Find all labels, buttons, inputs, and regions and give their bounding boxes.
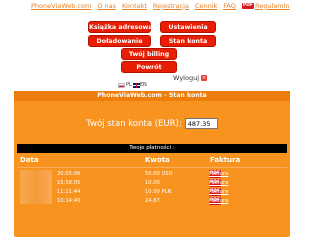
column-header-amount: Kwota <box>145 156 170 164</box>
payment-time: 11:11:44 <box>57 189 81 195</box>
uk-flag-icon[interactable] <box>132 82 140 88</box>
billing-button[interactable]: Twój billing <box>121 48 177 60</box>
payment-amount: 10.00 <box>145 180 160 186</box>
balance-button[interactable]: Stan konta <box>160 35 216 47</box>
payment-amount: 10.00 PLN <box>145 189 172 195</box>
table-row: 11:11:44 10.00 PLN PDF Faktura <box>17 188 287 196</box>
poland-flag-icon[interactable] <box>118 82 125 88</box>
topup-button[interactable]: Doładowanie <box>88 35 151 47</box>
account-balance-panel: PhoneViaWeb.com - Stan konta Twój stan k… <box>14 91 290 237</box>
balance-field[interactable] <box>184 118 218 129</box>
invoice-link[interactable]: Faktura <box>209 179 228 187</box>
payment-time: 10:14:40 <box>57 198 81 204</box>
language-selector: PL EN <box>118 82 147 88</box>
payment-amount: 50.00 USD <box>145 171 173 177</box>
payments-title: Twoje płatności : <box>17 144 287 153</box>
nav-link-faq[interactable]: FAQ <box>223 2 236 10</box>
payment-time: 20:55:06 <box>57 171 81 177</box>
payment-time: 15:58:05 <box>57 180 81 186</box>
invoice-link[interactable]: Faktura <box>209 170 228 178</box>
nav-link-register[interactable]: Rejestracja <box>153 2 189 10</box>
nav-link-terms[interactable]: Regulamin <box>255 2 290 10</box>
column-header-date: Data <box>20 156 39 164</box>
pdf-icon: PDF <box>241 2 254 9</box>
logout-icon[interactable]: × <box>201 75 207 81</box>
payments-table-header: Data Kwota Faktura <box>14 155 290 165</box>
table-row: 10:14:40 24.87 PDF Faktura <box>17 197 287 205</box>
settings-button[interactable]: Ustawienia <box>160 21 216 33</box>
language-en-link[interactable]: EN <box>140 82 147 88</box>
logout-link[interactable]: Wyloguj × <box>173 74 207 82</box>
nav-link-about[interactable]: O nas <box>97 2 116 10</box>
top-navigation: PhoneViaWeb.com O nas Kontakt Rejestracj… <box>31 0 295 11</box>
panel-title: PhoneViaWeb.com - Stan konta <box>14 91 290 101</box>
table-row: 20:55:06 50.00 USD PDF Faktura <box>17 170 287 178</box>
address-book-button[interactable]: Książka adresowa <box>88 21 153 33</box>
balance-row: Twój stan konta (EUR): <box>14 118 290 129</box>
nav-link-contact[interactable]: Kontakt <box>122 2 147 10</box>
invoice-link[interactable]: Faktura <box>209 188 228 196</box>
logout-label[interactable]: Wyloguj <box>173 74 199 82</box>
nav-link-prices[interactable]: Cennik <box>195 2 217 10</box>
invoice-link[interactable]: Faktura <box>209 197 228 205</box>
balance-label: Twój stan konta (EUR): <box>86 118 182 129</box>
payment-amount: 24.87 <box>145 198 160 204</box>
nav-link-home[interactable]: PhoneViaWeb.com <box>31 2 91 10</box>
table-row: 15:58:05 10.00 PDF Faktura <box>17 179 287 187</box>
back-button[interactable]: Powrót <box>121 61 177 73</box>
table-divider <box>17 167 287 168</box>
column-header-invoice: Faktura <box>210 156 241 164</box>
language-pl-link[interactable]: PL <box>126 82 132 88</box>
